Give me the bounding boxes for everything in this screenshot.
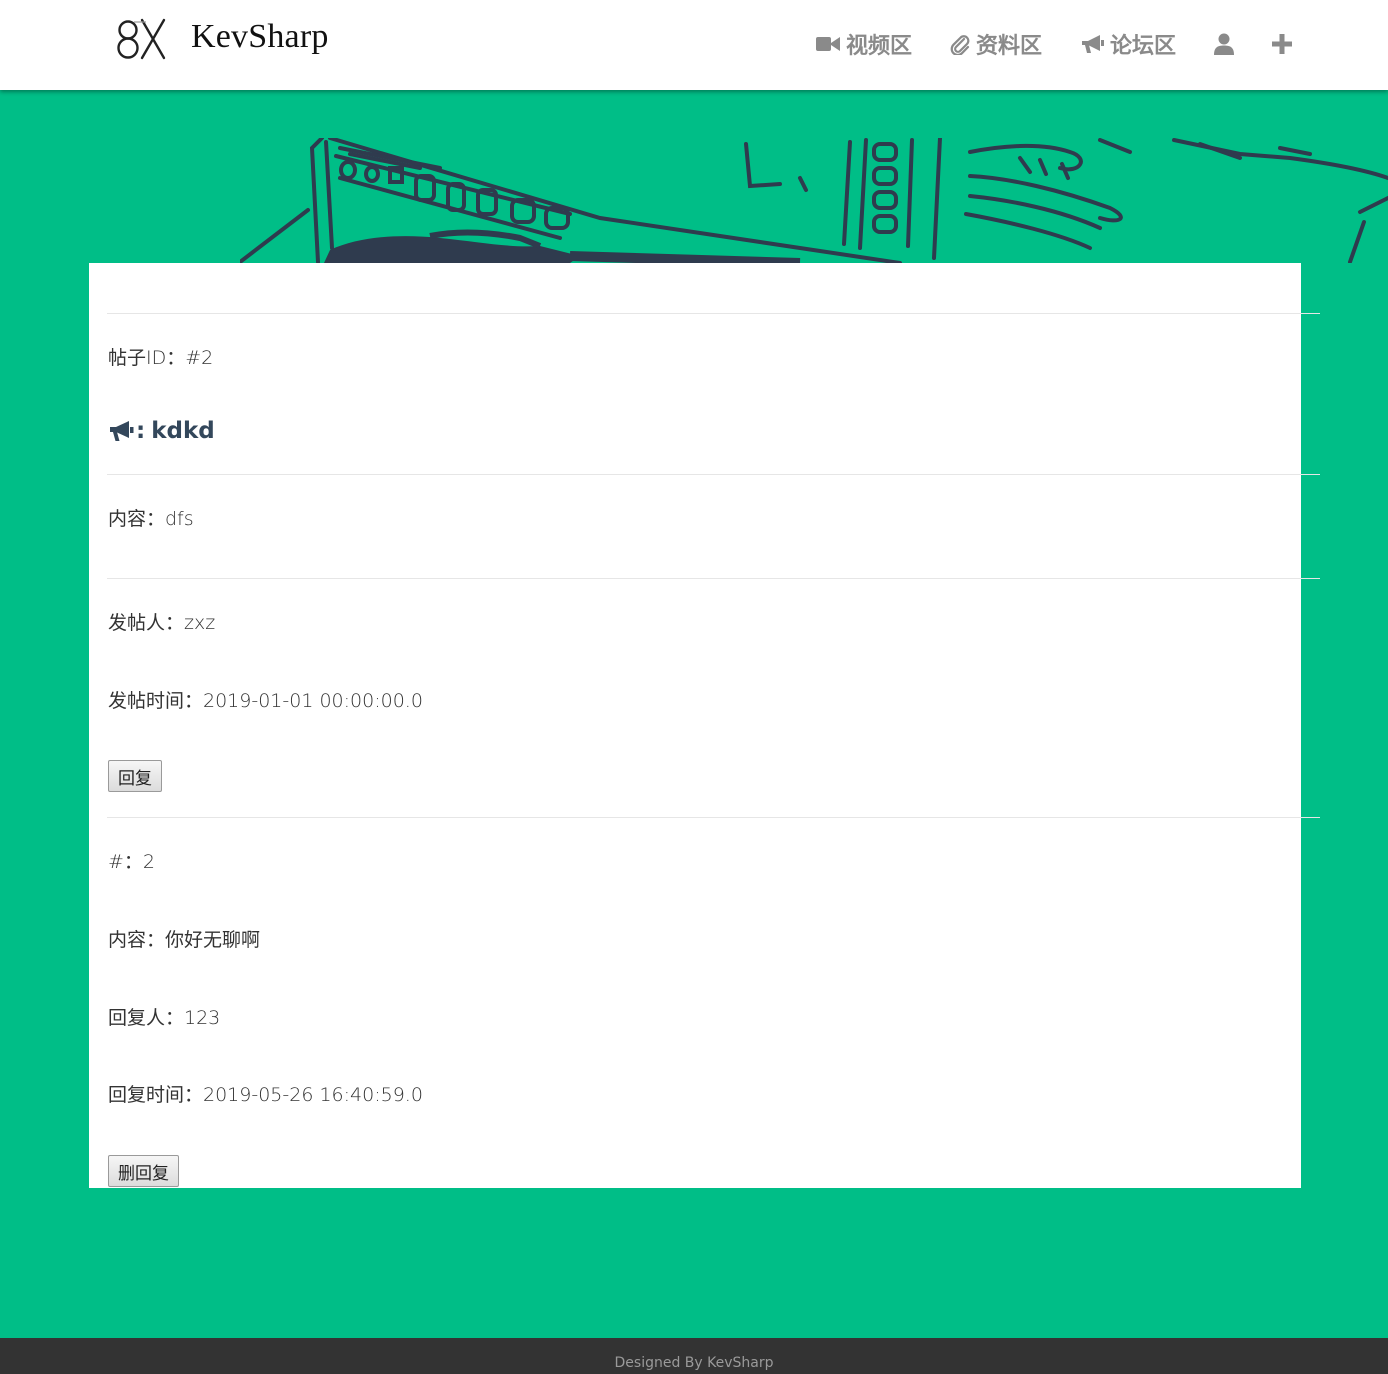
footer: Designed By KevSharp [0,1338,1388,1374]
reply-time: 回复时间：2019-05-26 16:40:59.0 [108,1084,423,1106]
user-icon [1214,33,1234,55]
divider [107,817,1320,818]
post-detail-card: 帖子ID：#2 : kdkd 内容：dfs 发帖人：zxz 发帖时间：2019-… [89,263,1320,1188]
video-camera-icon [815,37,840,51]
post-author: 发帖人：zxz [108,612,216,634]
delete-reply-button[interactable]: 删回复 [108,1155,179,1187]
post-content: 内容：dfs [108,508,194,530]
nav-video[interactable]: 视频区 [815,28,912,60]
footer-text: Designed By KevSharp [614,1355,774,1371]
nav-video-label: 视频区 [845,34,912,59]
divider [107,578,1320,579]
post-title-row: : kdkd [108,418,215,444]
paperclip-icon [950,35,970,55]
divider [107,313,1320,314]
brand-logo-icon[interactable] [112,14,168,62]
nav-forum-label: 论坛区 [1109,34,1176,59]
hero-illustration [240,138,1388,263]
bullhorn-icon [110,421,134,441]
nav-user[interactable] [1214,33,1234,55]
post-title: kdkd [151,418,215,444]
nav-add[interactable] [1272,34,1292,54]
nav-forum[interactable]: 论坛区 [1080,28,1176,60]
reply-author: 回复人：123 [108,1007,221,1029]
divider [107,474,1320,475]
reply-button[interactable]: 回复 [108,760,162,792]
plus-icon [1272,34,1292,54]
reply-content: 内容：你好无聊啊 [108,929,261,951]
main-nav: 视频区 资料区 论坛区 [778,26,1292,62]
post-time: 发帖时间：2019-01-01 00:00:00.0 [108,690,423,712]
nav-materials-label: 资料区 [975,34,1042,59]
post-id: 帖子ID：#2 [108,347,214,369]
bullhorn-icon [1081,35,1104,53]
brand-name[interactable]: KevSharp [191,18,329,56]
post-title-colon: : [136,418,146,444]
reply-number: #：2 [108,851,156,873]
nav-materials[interactable]: 资料区 [950,28,1042,60]
navbar: KevSharp 视频区 资料区 论坛区 [0,0,1388,90]
